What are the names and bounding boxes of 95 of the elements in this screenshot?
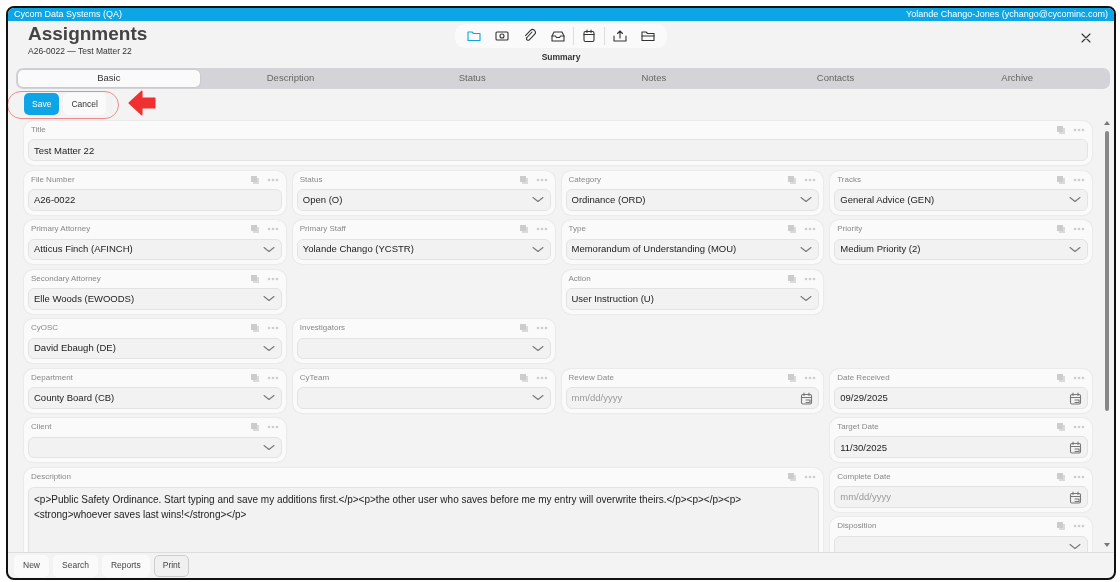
folder-icon — [640, 28, 656, 44]
field-label: Tracks — [837, 173, 862, 186]
field-label: Review Date — [568, 371, 615, 384]
inbox-icon — [550, 28, 566, 44]
tab[interactable]: Archive — [926, 70, 1109, 87]
copy-icon[interactable] — [248, 322, 261, 335]
calendar-icon[interactable] — [1069, 391, 1082, 405]
field-label: Description — [31, 471, 72, 483]
field-label: Complete Date — [837, 470, 892, 483]
page-subtitle: A26-0022 — Test Matter 22 — [28, 45, 133, 58]
copy-icon[interactable] — [248, 371, 261, 384]
copy-icon[interactable] — [786, 371, 799, 384]
tab[interactable]: Description — [199, 70, 382, 87]
field-label: CyTeam — [299, 371, 331, 384]
copy-icon[interactable] — [786, 471, 799, 483]
select-field[interactable] — [834, 535, 1088, 552]
select-field[interactable] — [28, 436, 282, 458]
field-label: Type — [568, 223, 587, 236]
copy-icon[interactable] — [1055, 173, 1067, 186]
copy-icon[interactable] — [1055, 223, 1067, 236]
field-label: Disposition — [837, 520, 878, 533]
field-label: Department — [31, 371, 74, 384]
tray-upload-icon — [612, 28, 628, 44]
field-label: Title — [31, 124, 47, 136]
input-field[interactable]: Test Matter 22 — [28, 139, 1088, 161]
select-field[interactable]: Elle Woods (EWOODS) — [28, 288, 282, 310]
view-label: Summary — [541, 51, 581, 64]
select-field[interactable] — [296, 387, 551, 409]
date-field[interactable]: mm/dd/yyyy — [565, 386, 820, 409]
select-field[interactable]: Yolande Chango (YCSTR) — [296, 238, 551, 260]
select-field[interactable]: Atticus Finch (AFINCH) — [28, 238, 282, 260]
calendar-icon[interactable] — [1069, 441, 1082, 454]
input-field[interactable]: A26-0022 — [28, 188, 282, 211]
copy-icon[interactable] — [786, 173, 799, 186]
description-field[interactable]: <p>Public Safety Ordinance. Start typing and save my additions first.</p><p>the other user who saves before me my entry will overwrite theirs.</p><p></p><p><strong>whoever saves last wins!</strong></p> — [28, 486, 820, 552]
field-label: CyOSC — [31, 322, 60, 335]
select-field[interactable]: User Instruction (U) — [565, 288, 820, 310]
field-label: Date Received — [837, 371, 891, 384]
field-label: Target Date — [837, 421, 880, 433]
copy-icon[interactable] — [786, 272, 799, 285]
copy-icon[interactable] — [1055, 470, 1067, 483]
copy-icon[interactable] — [1055, 124, 1067, 136]
select-field[interactable]: Ordinance (ORD) — [565, 189, 820, 211]
calendar-icon[interactable] — [800, 391, 814, 405]
select-field[interactable]: General Advice (GEN) — [834, 189, 1088, 211]
date-field[interactable]: 09/29/2025 — [834, 386, 1088, 409]
copy-icon[interactable] — [517, 223, 530, 236]
copy-icon[interactable] — [1055, 421, 1067, 433]
select-field[interactable]: David Ebaugh (DE) — [28, 337, 282, 359]
copy-icon[interactable] — [248, 421, 261, 434]
field-label: Category — [568, 173, 602, 186]
copy-icon[interactable] — [517, 371, 530, 384]
field-label: File Number — [31, 173, 76, 186]
copy-icon[interactable] — [248, 272, 261, 285]
tab[interactable]: Contacts — [744, 70, 927, 87]
field-label: Status — [299, 173, 324, 186]
tab[interactable]: Notes — [563, 70, 745, 87]
cash-icon — [494, 28, 510, 44]
field-label: Primary Attorney — [31, 223, 92, 236]
field-label: Investigators — [299, 322, 347, 335]
folder-icon — [466, 28, 482, 44]
bottom-button[interactable]: New — [14, 554, 49, 577]
copy-icon[interactable] — [517, 322, 530, 335]
field-label: Client — [31, 421, 53, 434]
copy-icon[interactable] — [248, 173, 261, 186]
bottom-button[interactable]: Print — [153, 554, 190, 577]
select-field[interactable]: Memorandum of Understanding (MOU) — [565, 238, 820, 260]
date-field[interactable]: 11/30/2025 — [834, 436, 1088, 458]
tab[interactable]: Status — [381, 70, 563, 87]
copy-icon[interactable] — [248, 223, 261, 236]
select-field[interactable]: Open (O) — [296, 189, 551, 211]
copy-icon[interactable] — [517, 173, 530, 186]
select-field[interactable] — [296, 337, 551, 359]
bottom-button[interactable]: Search — [53, 554, 98, 577]
copy-icon[interactable] — [786, 223, 799, 236]
select-field[interactable]: County Board (CB) — [28, 387, 282, 409]
copy-icon[interactable] — [1055, 520, 1067, 533]
field-label: Priority — [837, 223, 864, 236]
paperclip-icon — [522, 28, 538, 44]
field-label: Action — [568, 272, 592, 285]
copy-icon[interactable] — [1055, 371, 1067, 384]
cancel-button[interactable]: Cancel — [63, 93, 106, 115]
field-label: Primary Staff — [299, 223, 347, 236]
bottom-button[interactable]: Reports — [101, 554, 150, 577]
tab[interactable]: Basic — [18, 70, 200, 87]
field-label: Secondary Attorney — [31, 272, 102, 285]
select-field[interactable]: Medium Priority (2) — [834, 238, 1088, 260]
close-icon — [1080, 31, 1092, 44]
page-title: Assignments — [28, 23, 148, 45]
calendar-icon — [581, 28, 597, 44]
calendar-icon[interactable] — [1069, 490, 1082, 504]
date-field[interactable]: mm/dd/yyyy — [834, 485, 1088, 508]
user-name: Yolande Chango-Jones (ychango@cycominc.com) — [906, 8, 1108, 21]
app-name: Cycom Data Systems (QA) — [14, 8, 123, 21]
arrow-icon — [128, 90, 156, 116]
